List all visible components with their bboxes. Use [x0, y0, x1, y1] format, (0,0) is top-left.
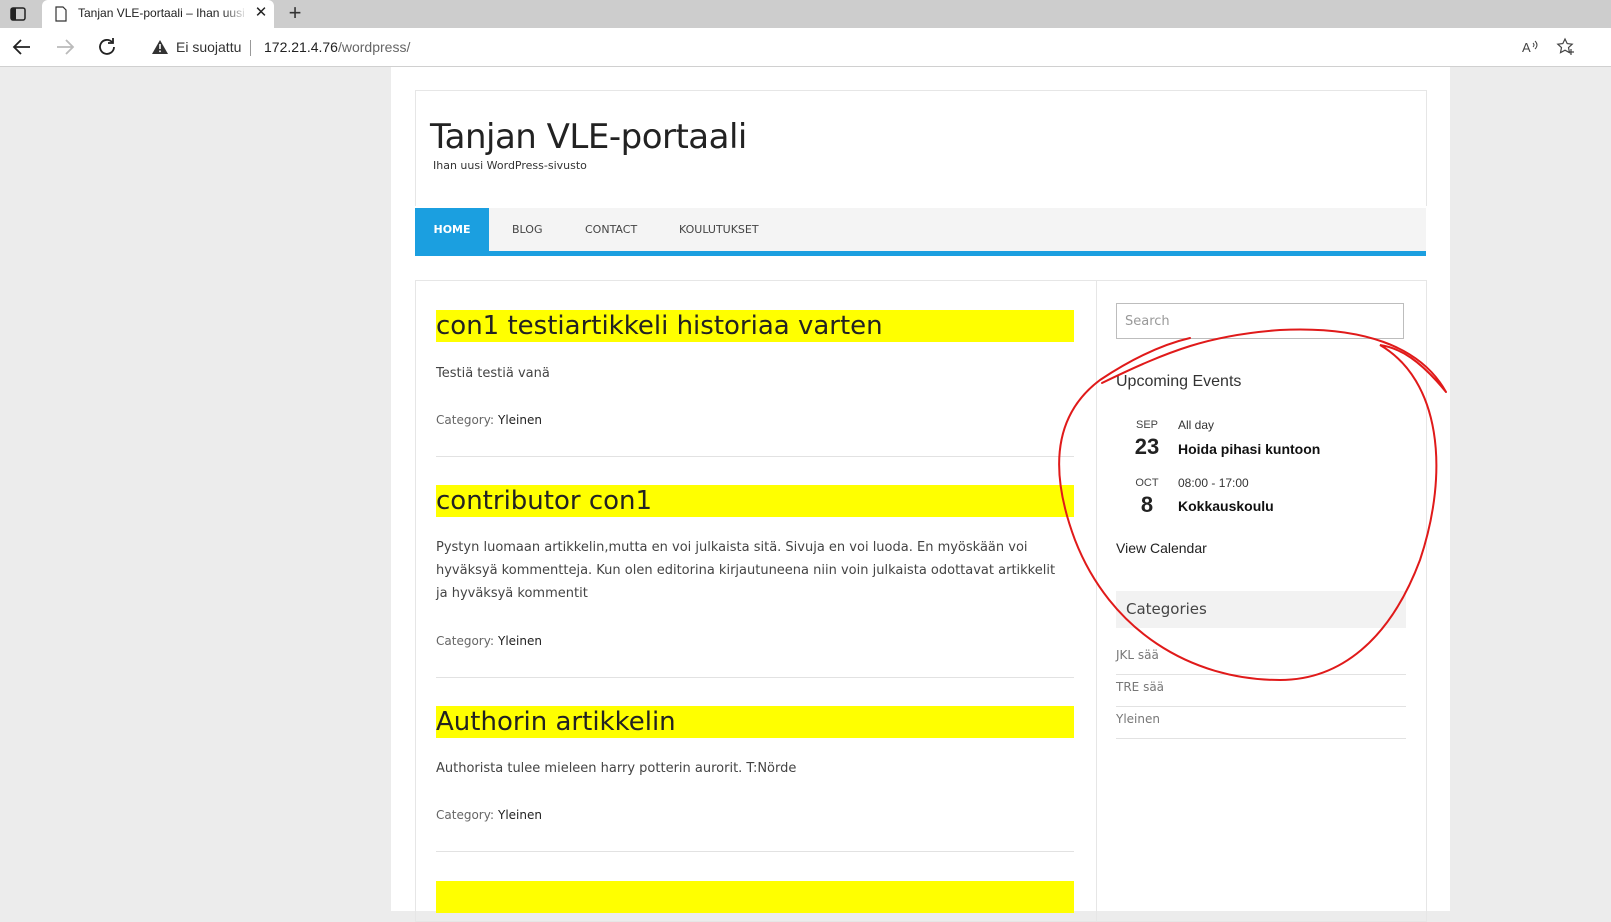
sidebar-toggle-icon[interactable]: [9, 5, 27, 23]
event-month: OCT: [1135, 477, 1159, 489]
post-separator: [436, 677, 1074, 678]
page-icon: [55, 6, 67, 22]
post-category: Category: Yleinen: [436, 634, 542, 648]
post-separator: [436, 851, 1074, 852]
category-link[interactable]: TRE sää: [1116, 675, 1406, 707]
event-time: All day: [1178, 418, 1215, 432]
site-description: Ihan uusi WordPress-sivusto: [433, 159, 587, 172]
event-title-link[interactable]: Hoida pihasi kuntoon: [1178, 441, 1320, 457]
search-input[interactable]: Search: [1116, 303, 1404, 339]
category-link[interactable]: Yleinen: [498, 634, 542, 648]
post-separator: [436, 456, 1074, 457]
browser-toolbar: Ei suojattu 172.21.4.76/wordpress/ A: [0, 28, 1611, 67]
post-category: Category: Yleinen: [436, 808, 542, 822]
menu-item-koulutukset[interactable]: Koulutukset: [679, 208, 759, 251]
close-icon[interactable]: ✕: [252, 4, 270, 22]
svg-text:A: A: [1522, 40, 1531, 55]
tab-strip: Tanjan VLE-portaali – Ihan uusi WordPres…: [0, 0, 1611, 28]
category-link[interactable]: JKL sää: [1116, 643, 1406, 675]
post-excerpt: Testiä testiä vanä: [436, 366, 550, 381]
page-container: Tanjan VLE-portaali Ihan uusi WordPress-…: [391, 67, 1450, 922]
address-bar[interactable]: Ei suojattu 172.21.4.76/wordpress/ A: [136, 32, 1611, 62]
content-area: con1 testiartikkeli historiaa varten Tes…: [415, 280, 1427, 922]
event-time: 08:00 - 17:00: [1178, 476, 1249, 490]
plus-icon[interactable]: +: [284, 2, 306, 25]
event-day: 23: [1134, 434, 1160, 459]
sidebar-divider: [1096, 281, 1097, 921]
view-calendar-link[interactable]: View Calendar: [1116, 540, 1207, 556]
event-month: SEP: [1135, 419, 1158, 431]
menu-item-blog[interactable]: Blog: [512, 208, 542, 251]
favorite-star-icon[interactable]: [1556, 37, 1576, 57]
separator: [250, 40, 251, 56]
reload-icon[interactable]: [96, 36, 120, 58]
event-title-link[interactable]: Kokkauskoulu: [1178, 498, 1274, 514]
read-aloud-icon[interactable]: A: [1520, 37, 1540, 57]
tab-title: Tanjan VLE-portaali – Ihan uusi WordPres…: [78, 6, 248, 20]
category-link[interactable]: Yleinen: [1116, 707, 1406, 739]
url-text[interactable]: 172.21.4.76/wordpress/: [264, 39, 410, 55]
warning-icon[interactable]: [152, 40, 168, 54]
back-arrow-icon[interactable]: [10, 36, 34, 58]
category-label: Category:: [436, 634, 494, 648]
post-title[interactable]: con1 testiartikkeli historiaa varten: [436, 310, 1074, 342]
category-link[interactable]: Yleinen: [498, 413, 542, 427]
post-title[interactable]: contributor con1: [436, 485, 1074, 517]
main-menu: Home Blog Contact Koulutukset: [415, 208, 1426, 256]
menu-item-home[interactable]: Home: [415, 208, 489, 251]
url-path: /wordpress/: [337, 39, 411, 55]
post-title[interactable]: Authorin artikkelin: [436, 706, 1074, 738]
post-title[interactable]: [436, 881, 1074, 913]
url-host: 172.21.4.76: [264, 39, 338, 55]
browser-tab[interactable]: Tanjan VLE-portaali – Ihan uusi WordPres…: [42, 0, 274, 28]
event-day: 8: [1140, 492, 1154, 517]
category-label: Category:: [436, 413, 494, 427]
category-link[interactable]: Yleinen: [498, 808, 542, 822]
site-header: Tanjan VLE-portaali Ihan uusi WordPress-…: [415, 90, 1427, 206]
categories-title: Categories: [1116, 591, 1406, 628]
security-label[interactable]: Ei suojattu: [176, 39, 241, 55]
upcoming-events-title: Upcoming Events: [1116, 373, 1242, 390]
menu-item-contact[interactable]: Contact: [585, 208, 637, 251]
category-label: Category:: [436, 808, 494, 822]
post-excerpt: Pystyn luomaan artikkelin,mutta en voi j…: [436, 540, 1056, 601]
post-excerpt: Authorista tulee mieleen harry potterin …: [436, 761, 797, 776]
site-title[interactable]: Tanjan VLE-portaali: [430, 117, 747, 157]
forward-arrow-icon[interactable]: [53, 36, 77, 58]
post-category: Category: Yleinen: [436, 413, 542, 427]
